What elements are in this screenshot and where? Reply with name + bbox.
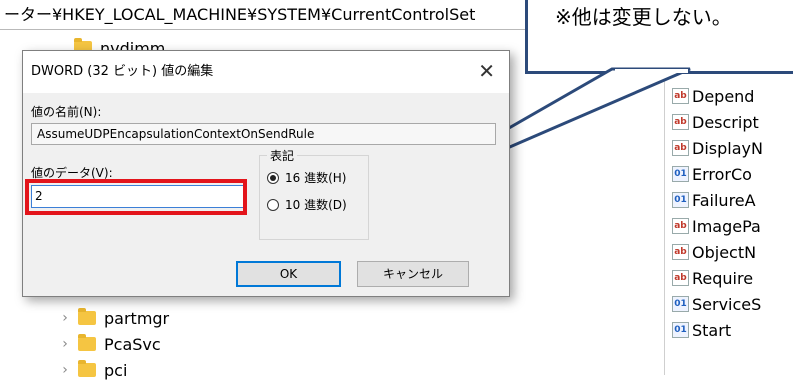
- value-row[interactable]: ab DisplayN: [672, 136, 763, 160]
- ok-button[interactable]: OK: [236, 261, 341, 287]
- cancel-button[interactable]: キャンセル: [357, 261, 469, 287]
- value-name: Depend: [692, 86, 755, 106]
- value-name: Require: [692, 268, 754, 288]
- tree-item-label: partmgr: [104, 308, 170, 328]
- string-value-icon: ab: [672, 218, 689, 234]
- chevron-right-icon[interactable]: ›: [58, 336, 72, 352]
- value-row[interactable]: 01 ServiceS: [672, 292, 761, 316]
- callout-text: ※他は変更しない。: [555, 5, 732, 29]
- value-row[interactable]: ab Depend: [672, 84, 754, 108]
- value-row[interactable]: ab Descript: [672, 110, 759, 134]
- radio-dec-label: 10 進数(D): [285, 198, 347, 212]
- value-row[interactable]: 01 ErrorCo: [672, 162, 752, 186]
- binary-value-icon: 01: [672, 166, 689, 182]
- close-icon[interactable]: ✕: [478, 59, 495, 83]
- value-name: ServiceS: [692, 294, 762, 314]
- value-name-label: 値の名前(N):: [31, 105, 102, 119]
- base-group-label: 表記: [267, 147, 298, 164]
- value-row[interactable]: ab ObjectN: [672, 240, 756, 264]
- radio-unselected-icon[interactable]: [267, 198, 279, 211]
- value-row[interactable]: ab Require: [672, 266, 753, 290]
- dword-edit-dialog: DWORD (32 ビット) 値の編集 ✕ 値の名前(N): AssumeUDP…: [22, 50, 510, 297]
- tree-item-pcasvc[interactable]: › PcaSvc: [58, 332, 161, 356]
- string-value-icon: ab: [672, 244, 689, 260]
- tree-item-partmgr[interactable]: › partmgr: [58, 306, 169, 330]
- radio-hex-label: 16 進数(H): [285, 171, 347, 185]
- address-bar[interactable]: ーター¥HKEY_LOCAL_MACHINE¥SYSTEM¥CurrentCon…: [0, 0, 540, 30]
- folder-icon: [78, 334, 96, 351]
- tree-item-label: PcaSvc: [104, 334, 161, 354]
- value-row[interactable]: 01 Start: [672, 318, 731, 342]
- binary-value-icon: 01: [672, 322, 689, 338]
- value-name: FailureA: [692, 190, 756, 210]
- string-value-icon: ab: [672, 270, 689, 286]
- folder-icon: [78, 308, 96, 325]
- highlight-frame: [25, 179, 247, 215]
- string-value-icon: ab: [672, 140, 689, 156]
- value-name: Start: [692, 320, 732, 340]
- tree-item-pci[interactable]: › pci: [58, 358, 127, 382]
- binary-value-icon: 01: [672, 296, 689, 312]
- value-name: ErrorCo: [692, 164, 752, 184]
- radio-dec[interactable]: 10 進数(D): [267, 196, 347, 213]
- value-name: DisplayN: [692, 138, 763, 158]
- value-row[interactable]: ab ImagePa: [672, 214, 761, 238]
- string-value-icon: ab: [672, 114, 689, 130]
- value-name-field[interactable]: AssumeUDPEncapsulationContextOnSendRule: [31, 123, 496, 145]
- radio-selected-icon[interactable]: [267, 171, 279, 184]
- radio-hex[interactable]: 16 進数(H): [267, 169, 346, 186]
- value-row[interactable]: 01 FailureA: [672, 188, 756, 212]
- value-name: Descript: [692, 112, 759, 132]
- binary-value-icon: 01: [672, 192, 689, 208]
- chevron-right-icon[interactable]: ›: [58, 362, 72, 378]
- dialog-title: DWORD (32 ビット) 値の編集: [23, 51, 509, 93]
- chevron-right-icon[interactable]: ›: [58, 310, 72, 326]
- tree-item-label: pci: [104, 360, 128, 380]
- string-value-icon: ab: [672, 88, 689, 104]
- value-name: ImagePa: [692, 216, 761, 236]
- value-name: ObjectN: [692, 242, 757, 262]
